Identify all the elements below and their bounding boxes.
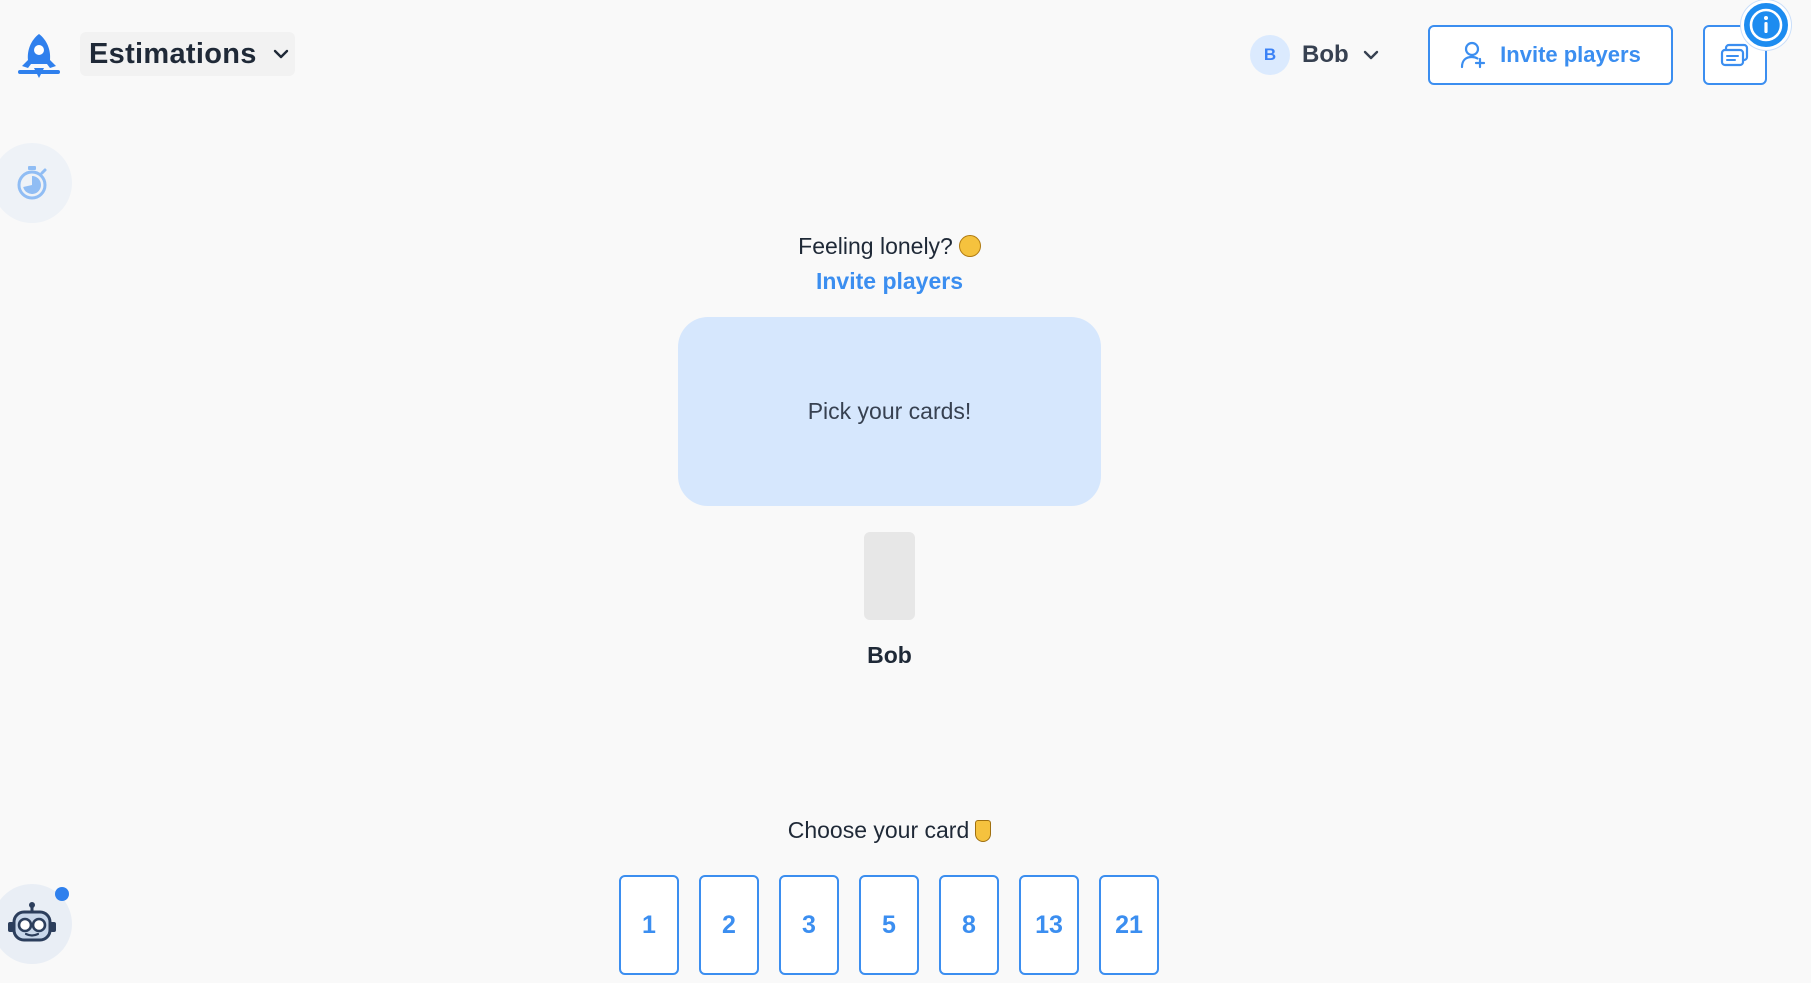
invite-players-label: Invite players (1500, 42, 1641, 67)
card-deck: 1 2 3 5 8 13 21 (619, 875, 1159, 975)
player-card-slot (864, 532, 915, 620)
card-21[interactable]: 21 (1099, 875, 1159, 975)
player-name: Bob (867, 642, 912, 668)
timer-icon (17, 166, 47, 200)
invite-players-link[interactable]: Invite players (0, 268, 1779, 295)
user-menu[interactable]: B Bob (1250, 34, 1382, 76)
info-icon (1749, 8, 1783, 42)
card-1[interactable]: 1 (619, 875, 679, 975)
card-13[interactable]: 13 (1019, 875, 1079, 975)
chevron-down-icon (1363, 50, 1378, 60)
pointing-down-emoji-icon (975, 820, 992, 842)
card-8[interactable]: 8 (939, 875, 999, 975)
app-logo-icon[interactable] (12, 30, 66, 82)
game-name-dropdown[interactable]: Estimations (80, 32, 295, 76)
avatar: B (1250, 35, 1290, 75)
choose-card-prompt: Choose your card (0, 817, 1779, 844)
user-name: Bob (1302, 41, 1349, 68)
card-5[interactable]: 5 (859, 875, 919, 975)
table-prompt: Pick your cards! (807, 398, 972, 424)
add-user-icon (1461, 41, 1486, 69)
game-name-label: Estimations (89, 37, 257, 70)
robot-icon (8, 902, 56, 942)
notification-dot (55, 887, 69, 901)
info-button[interactable] (1741, 0, 1791, 50)
invite-players-button[interactable]: Invite players (1428, 25, 1673, 85)
lonely-text: Feeling lonely? (798, 233, 953, 259)
chevron-down-icon (273, 49, 288, 59)
choose-card-text: Choose your card (787, 817, 970, 843)
timer-button[interactable] (0, 143, 72, 223)
lonely-message: Feeling lonely? (0, 233, 1779, 260)
sleepy-face-emoji-icon (958, 235, 981, 257)
card-3[interactable]: 3 (779, 875, 839, 975)
card-2[interactable]: 2 (699, 875, 759, 975)
chat-icon (1720, 43, 1749, 67)
poker-table: Pick your cards! (678, 317, 1101, 506)
